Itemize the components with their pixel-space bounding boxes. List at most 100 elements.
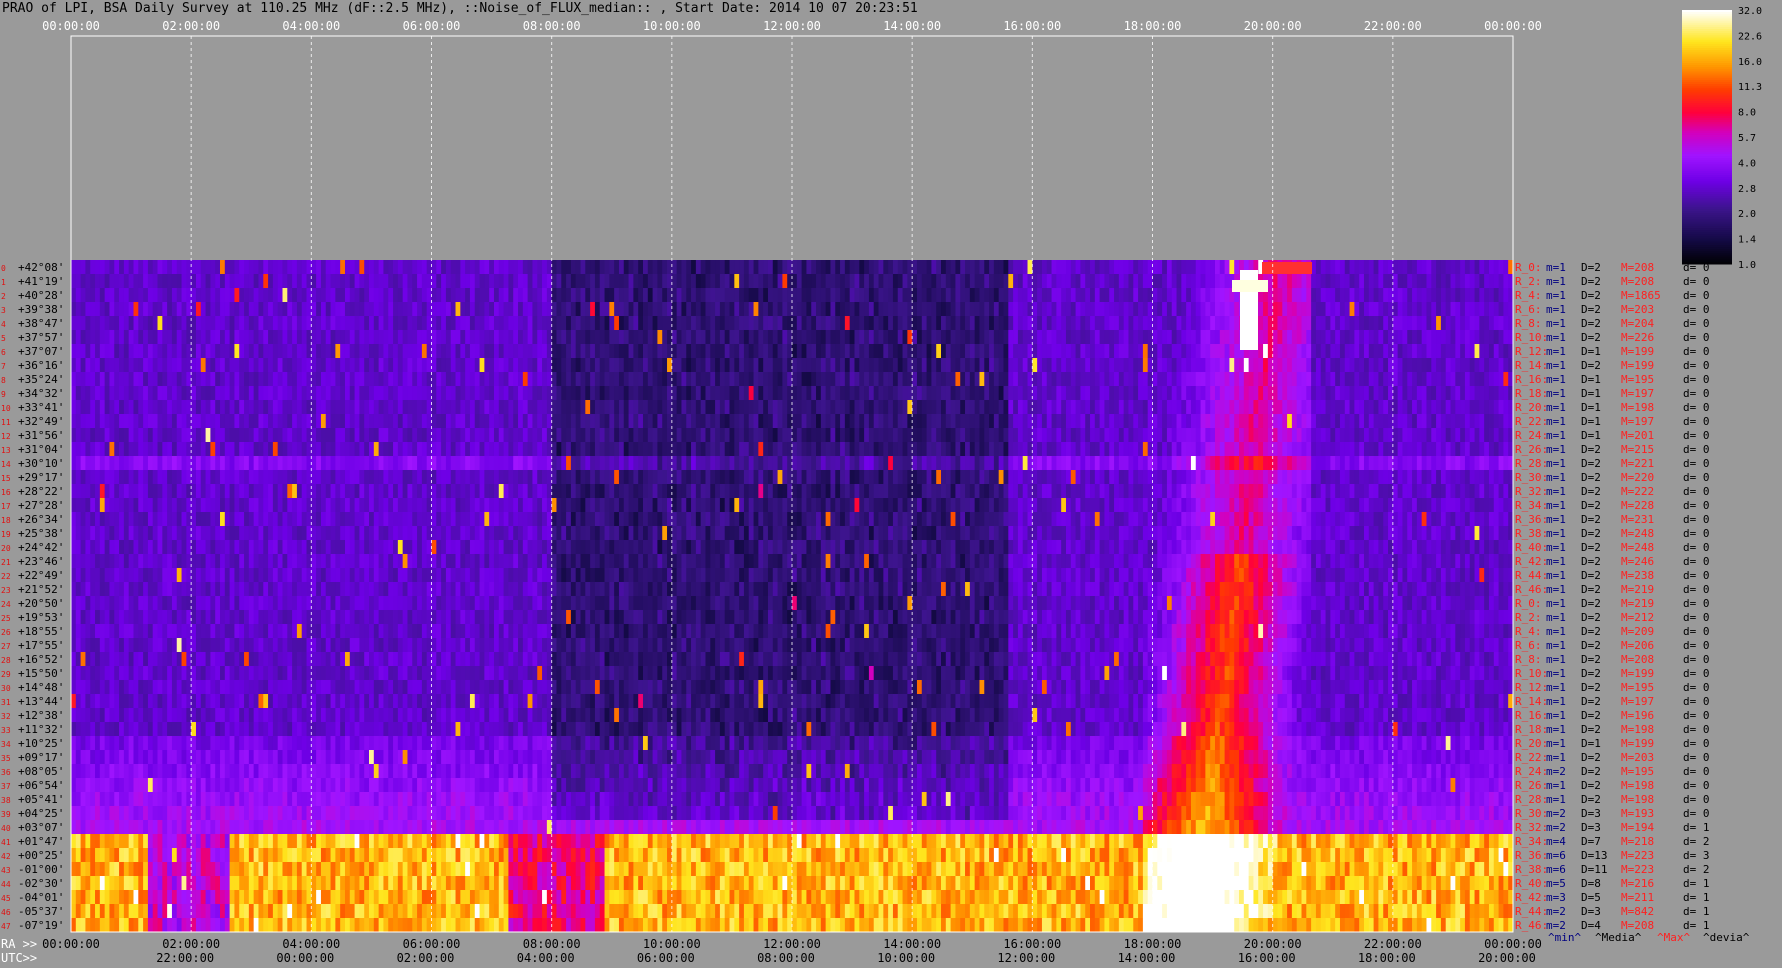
heatmap-cell bbox=[479, 456, 485, 471]
heatmap-cell bbox=[133, 372, 139, 387]
heatmap-cell bbox=[1315, 386, 1322, 401]
heatmap-cell bbox=[128, 484, 134, 499]
heatmap-cell bbox=[1114, 260, 1120, 275]
heatmap-cell bbox=[359, 442, 365, 457]
heatmap-cell bbox=[508, 302, 514, 317]
heatmap-cell bbox=[892, 386, 899, 401]
heatmap-cell bbox=[1133, 386, 1139, 401]
heatmap-cell bbox=[181, 358, 187, 373]
heatmap-cell bbox=[1065, 400, 1072, 415]
heatmap-cell bbox=[806, 274, 812, 289]
heatmap-cell bbox=[585, 414, 591, 429]
heatmap-cell bbox=[594, 414, 601, 429]
heatmap-cell bbox=[1354, 456, 1360, 471]
heatmap-cell bbox=[157, 330, 163, 345]
heatmap-cell bbox=[354, 288, 360, 303]
heatmap-cell bbox=[412, 442, 418, 457]
heatmap-cell bbox=[1368, 344, 1375, 359]
heatmap-cell bbox=[1373, 330, 1379, 345]
heatmap-cell bbox=[1061, 358, 1067, 373]
heatmap-cell bbox=[1426, 386, 1432, 401]
heatmap-cell bbox=[1138, 442, 1144, 457]
heatmap-cell bbox=[1133, 288, 1139, 303]
heatmap-cell bbox=[859, 386, 865, 401]
heatmap-cell bbox=[1080, 260, 1086, 275]
heatmap-cell bbox=[1450, 302, 1456, 317]
heatmap-cell bbox=[513, 316, 519, 331]
heatmap-cell bbox=[393, 288, 399, 303]
heatmap-cell bbox=[1474, 274, 1480, 289]
heatmap-cell bbox=[210, 302, 216, 317]
heatmap-cell bbox=[373, 344, 380, 359]
heatmap-cell bbox=[585, 330, 591, 345]
heatmap-cell bbox=[686, 330, 692, 345]
heatmap-cell bbox=[1032, 260, 1038, 275]
heatmap-cell bbox=[604, 358, 610, 373]
heatmap-cell bbox=[1301, 358, 1307, 373]
heatmap-cell bbox=[556, 484, 562, 499]
heatmap-cell bbox=[364, 428, 370, 443]
heatmap-cell bbox=[1171, 386, 1177, 401]
heatmap-cell bbox=[1104, 414, 1110, 429]
heatmap-cell bbox=[1065, 274, 1072, 289]
heatmap-cell bbox=[609, 484, 615, 499]
heatmap-cell bbox=[796, 442, 803, 457]
heatmap-cell bbox=[767, 344, 774, 359]
heatmap-cell bbox=[508, 288, 514, 303]
heatmap-cell bbox=[138, 400, 144, 415]
heatmap-cell bbox=[864, 330, 870, 345]
heatmap-cell bbox=[489, 470, 495, 485]
heatmap-cell bbox=[1479, 288, 1485, 303]
heatmap-cell bbox=[450, 414, 456, 429]
heatmap-cell bbox=[599, 344, 605, 359]
heatmap-cell bbox=[397, 428, 404, 443]
heatmap-cell bbox=[955, 442, 961, 457]
heatmap-cell bbox=[777, 470, 783, 485]
heatmap-cell bbox=[1359, 344, 1365, 359]
heatmap-cell bbox=[1296, 316, 1302, 331]
heatmap-cell bbox=[90, 442, 96, 457]
heatmap-cell bbox=[1479, 260, 1485, 275]
heatmap-cell bbox=[1013, 386, 1019, 401]
heatmap-cell bbox=[830, 358, 836, 373]
heatmap-cell bbox=[748, 302, 754, 317]
heatmap-cell bbox=[229, 316, 235, 331]
heatmap-cell bbox=[604, 316, 610, 331]
heatmap-cell bbox=[859, 372, 865, 387]
heatmap-cell bbox=[1306, 274, 1312, 289]
heatmap-cell bbox=[575, 428, 581, 443]
heatmap-cell bbox=[868, 260, 875, 275]
heatmap-cell bbox=[157, 344, 163, 359]
heatmap-cell bbox=[965, 400, 971, 415]
heatmap-cell bbox=[489, 400, 495, 415]
heatmap-cell bbox=[623, 288, 629, 303]
heatmap-cell bbox=[527, 470, 533, 485]
heatmap-cell bbox=[1397, 344, 1403, 359]
heatmap-cell bbox=[373, 442, 380, 457]
heatmap-cell bbox=[729, 372, 735, 387]
heatmap-cell bbox=[609, 260, 615, 275]
heatmap-cell bbox=[119, 400, 125, 415]
heatmap-cell bbox=[80, 400, 86, 415]
heatmap-cell bbox=[1090, 260, 1096, 275]
heatmap-cell bbox=[104, 344, 110, 359]
heatmap-cell bbox=[1445, 372, 1451, 387]
heatmap-cell bbox=[686, 470, 692, 485]
heatmap-cell bbox=[638, 274, 644, 289]
heatmap-cell bbox=[1166, 386, 1173, 401]
heatmap-cell bbox=[1133, 274, 1139, 289]
heatmap-cell bbox=[1214, 288, 1221, 303]
heatmap-cell bbox=[945, 288, 952, 303]
heatmap-cell bbox=[1445, 344, 1451, 359]
heatmap-cell bbox=[258, 470, 264, 485]
heatmap-cell bbox=[397, 274, 404, 289]
heatmap-cell bbox=[1431, 358, 1437, 373]
heatmap-cell bbox=[1315, 330, 1322, 345]
heatmap-cell bbox=[1277, 414, 1283, 429]
heatmap-cell bbox=[195, 344, 202, 359]
heatmap-cell bbox=[849, 442, 855, 457]
heatmap-cell bbox=[748, 288, 754, 303]
heatmap-cell bbox=[1094, 316, 1101, 331]
heatmap-cell bbox=[1335, 274, 1341, 289]
heatmap-cell bbox=[109, 414, 115, 429]
